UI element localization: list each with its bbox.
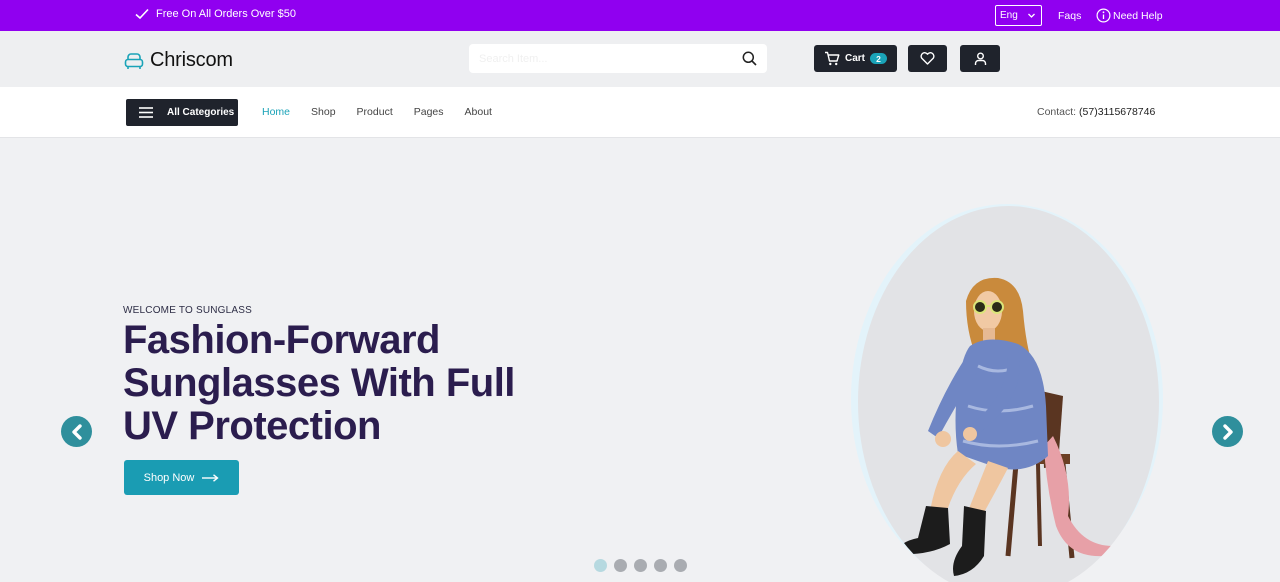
slide-dot-1[interactable] (594, 559, 607, 572)
info-icon (1096, 8, 1111, 23)
heart-icon (920, 52, 935, 65)
contact-label: Contact: (1037, 106, 1077, 118)
all-categories-label: All Categories (167, 107, 235, 118)
shop-now-label: Shop Now (143, 471, 195, 484)
user-icon (974, 52, 986, 65)
previous-slide-button[interactable] (61, 416, 92, 447)
wishlist-button[interactable] (908, 45, 947, 72)
slide-pagination (594, 559, 687, 572)
brand-logo[interactable]: Chriscom (124, 49, 233, 72)
slide-dot-4[interactable] (654, 559, 667, 572)
shop-now-button[interactable]: Shop Now (124, 460, 239, 495)
nav-menu: Home Shop Product Pages About (262, 106, 513, 118)
chevron-right-icon (1222, 423, 1233, 440)
account-button[interactable] (960, 45, 1000, 72)
faqs-link[interactable]: Faqs (1058, 10, 1081, 22)
main-nav: All Categories Home Shop Product Pages A… (0, 87, 1280, 138)
search-bar (469, 44, 767, 73)
search-input[interactable] (479, 50, 729, 67)
menu-icon (139, 107, 153, 118)
cart-label: Cart (844, 53, 865, 64)
hero-headline: Fashion-Forward Sunglasses With Full UV … (123, 318, 515, 448)
cart-count-badge: 2 (870, 53, 887, 64)
language-value: Eng (1000, 10, 1018, 21)
need-help-link[interactable]: Need Help (1096, 8, 1163, 23)
check-icon (135, 8, 149, 20)
nav-item-pages[interactable]: Pages (414, 106, 444, 118)
brand-name: Chriscom (150, 49, 233, 71)
language-select[interactable]: Eng (995, 5, 1042, 26)
slide-dot-5[interactable] (674, 559, 687, 572)
chevron-down-icon (1028, 13, 1035, 18)
slide-dot-2[interactable] (614, 559, 627, 572)
all-categories-button[interactable]: All Categories (126, 99, 238, 126)
site-header: Chriscom Cart 2 (0, 31, 1280, 87)
top-bar: Free On All Orders Over $50 Eng Faqs Nee… (0, 0, 1280, 31)
nav-item-home[interactable]: Home (262, 106, 290, 118)
hero-image (858, 206, 1159, 582)
contact-info: Contact: (57)3115678746 (1037, 106, 1155, 118)
slide-dot-3[interactable] (634, 559, 647, 572)
need-help-label: Need Help (1113, 9, 1163, 22)
arrow-right-icon (202, 473, 219, 482)
sofa-logo-icon (124, 52, 144, 69)
nav-item-shop[interactable]: Shop (311, 106, 336, 118)
next-slide-button[interactable] (1212, 416, 1243, 447)
nav-item-product[interactable]: Product (357, 106, 393, 118)
cart-button[interactable]: Cart 2 (814, 45, 897, 72)
hero-slider: WELCOME TO SUNGLASS Fashion-Forward Sung… (0, 138, 1280, 582)
contact-number[interactable]: (57)3115678746 (1079, 106, 1155, 118)
cart-icon (824, 51, 840, 66)
search-icon[interactable] (742, 51, 757, 66)
hero-eyebrow: WELCOME TO SUNGLASS (123, 305, 253, 316)
promo-text: Free On All Orders Over $50 (156, 8, 296, 20)
chevron-left-icon (71, 423, 82, 440)
free-shipping-promo: Free On All Orders Over $50 (135, 8, 296, 20)
model-illustration (896, 277, 1113, 576)
nav-item-about[interactable]: About (465, 106, 492, 118)
